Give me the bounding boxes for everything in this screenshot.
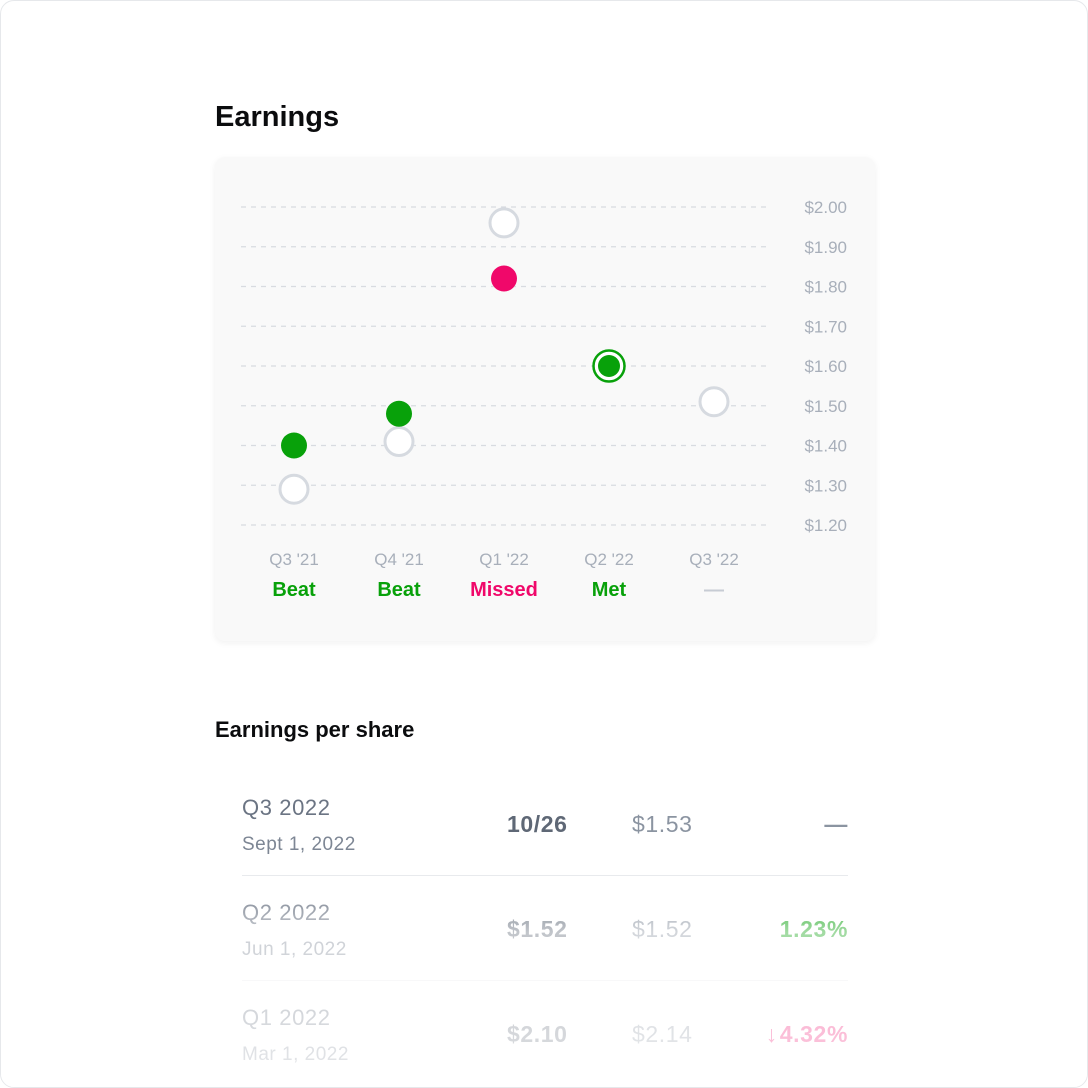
estimate-point (698, 386, 730, 418)
eps-actual: $2.10 (507, 1021, 568, 1047)
page-title: Earnings (215, 101, 340, 133)
y-tick-label: $2.00 (804, 198, 847, 217)
eps-surprise-value: 1.23% (779, 916, 848, 942)
x-tick-label: Q2 '22 (584, 550, 634, 569)
x-tick-label: Q3 '22 (689, 550, 739, 569)
x-tick-label: Q4 '21 (374, 550, 424, 569)
x-tick-label: Q1 '22 (479, 550, 529, 569)
eps-row[interactable]: Q3 2022 Sept 1, 2022 10/26 $1.53 — (242, 771, 848, 876)
result-label: Beat (272, 579, 316, 601)
eps-row[interactable]: Q1 2022 Mar 1, 2022 $2.10 $2.14 ↓4.32% (242, 981, 848, 1085)
eps-estimate: $1.53 (632, 811, 693, 837)
actual-point (386, 400, 412, 427)
y-tick-label: $1.20 (804, 516, 847, 535)
eps-report-date: Jun 1, 2022 (242, 939, 347, 960)
earnings-widget: Earnings $2.00 $1.90 $1.80 $1.70 $1.60 $1.50 $… (0, 0, 1088, 1088)
eps-row[interactable]: Q2 2022 Jun 1, 2022 $1.52 $1.52 1.23% (242, 876, 848, 981)
eps-estimate: $1.52 (632, 916, 693, 942)
actual-point (598, 355, 620, 377)
eps-section-title: Earnings per share (215, 717, 415, 742)
eps-actual: 10/26 (507, 811, 568, 837)
eps-table: Q3 2022 Sept 1, 2022 10/26 $1.53 — Q2 2022 Jun… (242, 771, 848, 1085)
eps-quarter: Q3 2022 (242, 795, 331, 820)
eps-report-date: Mar 1, 2022 (242, 1044, 349, 1065)
estimate-point (383, 426, 415, 458)
actual-point (491, 265, 517, 292)
estimate-point (278, 473, 310, 505)
eps-surprise-value: — (824, 811, 848, 837)
y-tick-label: $1.30 (804, 476, 847, 495)
eps-estimate: $2.14 (632, 1021, 693, 1047)
result-label: Beat (377, 579, 421, 601)
y-tick-label: $1.80 (804, 278, 847, 297)
eps-surprise: — (824, 811, 848, 838)
eps-surprise-value: 4.32% (779, 1021, 848, 1047)
earnings-chart: $2.00 $1.90 $1.80 $1.70 $1.60 $1.50 $1.40 $1.30… (241, 198, 847, 601)
eps-quarter: Q1 2022 (242, 1005, 331, 1030)
result-label: Met (592, 579, 627, 601)
result-label: Missed (470, 579, 538, 601)
eps-report-date: Sept 1, 2022 (242, 834, 356, 855)
eps-quarter: Q2 2022 (242, 900, 331, 925)
y-tick-label: $1.70 (804, 317, 847, 336)
earnings-chart-card: $2.00 $1.90 $1.80 $1.70 $1.60 $1.50 $1.40 $1.30… (215, 157, 875, 641)
x-tick-label: Q3 '21 (269, 550, 319, 569)
actual-point (281, 432, 307, 459)
eps-surprise: ↓4.32% (766, 1021, 848, 1048)
y-tick-label: $1.40 (804, 437, 847, 456)
eps-surprise: 1.23% (780, 916, 848, 943)
result-label: — (704, 579, 724, 601)
estimate-point (488, 207, 520, 239)
y-tick-label: $1.60 (804, 357, 847, 376)
eps-actual: $1.52 (507, 916, 568, 942)
arrow-down-icon: ↓ (765, 1021, 778, 1047)
y-tick-label: $1.50 (804, 397, 847, 416)
y-tick-label: $1.90 (804, 238, 847, 257)
